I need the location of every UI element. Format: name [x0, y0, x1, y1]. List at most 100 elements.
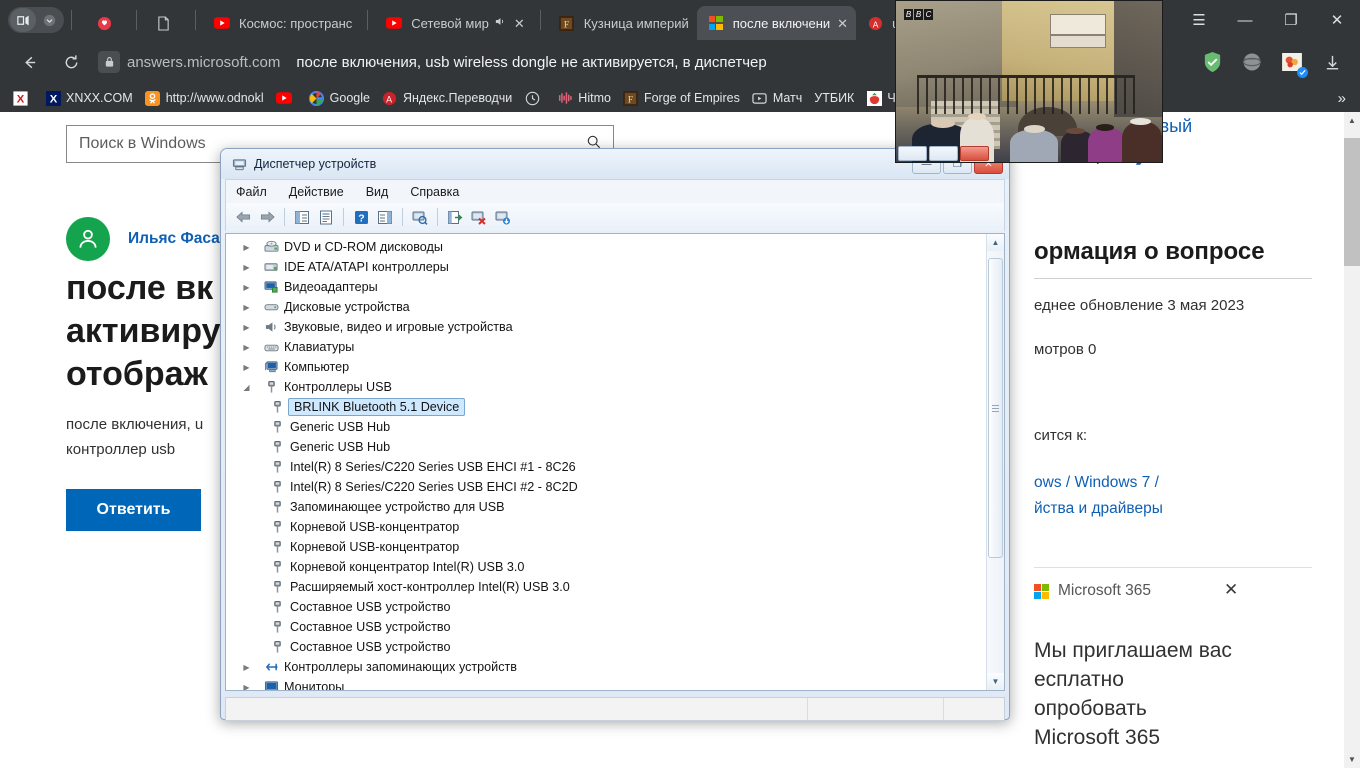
tree-item-usb-root-hub-2[interactable]: Корневой USB-концентратор — [226, 537, 985, 557]
scroll-up-icon[interactable]: ▲ — [987, 234, 1004, 251]
expander-icon[interactable]: ▶ — [240, 343, 253, 352]
tab-opera-heart[interactable] — [85, 6, 129, 40]
tree-item-storage-controllers[interactable]: ▶ Контроллеры запоминающих устройств — [226, 657, 985, 677]
tab-close-icon[interactable]: ✕ — [514, 17, 525, 30]
device-tree-scrollbar[interactable]: ▲ ▼ — [986, 234, 1004, 690]
promo-close-button[interactable]: ✕ — [1224, 580, 1238, 600]
bookmark-futbik[interactable]: УТБИК — [808, 86, 860, 110]
tree-item-usb-composite-2[interactable]: Составное USB устройство — [226, 617, 985, 637]
floating-video-overlay[interactable]: BBC — [895, 0, 1163, 163]
tree-item-usb-composite-1[interactable]: Составное USB устройство — [226, 597, 985, 617]
device-tree-scrollbar-thumb[interactable] — [988, 258, 1003, 558]
bookmark-x-red[interactable]: X — [6, 86, 39, 110]
tab-setevoy-mir[interactable]: Сетевой мир ✕ — [375, 6, 532, 40]
browser-maximize-button[interactable]: ❐ — [1268, 0, 1314, 40]
menu-action[interactable]: Действие — [289, 185, 344, 199]
expander-icon[interactable]: ▶ — [240, 663, 253, 672]
tree-item-monitors[interactable]: ▶ Мониторы — [226, 677, 985, 691]
menu-help[interactable]: Справка — [410, 185, 459, 199]
expander-icon[interactable]: ▶ — [240, 303, 253, 312]
tab-blank-page[interactable] — [144, 6, 188, 40]
bookmark-forge-of-empires[interactable]: F Forge of Empires — [617, 86, 746, 110]
forward-arrow-icon[interactable] — [256, 206, 278, 228]
tree-item-generic-usb-hub-2[interactable]: Generic USB Hub — [226, 437, 985, 457]
bookmark-yandex-translate[interactable]: A Яндекс.Переводчи — [376, 86, 518, 110]
mute-icon[interactable] — [495, 16, 507, 30]
answer-button[interactable]: Ответить — [66, 489, 201, 531]
properties-icon[interactable] — [315, 206, 337, 228]
tree-item-ide-ata[interactable]: ▶ IDE ATA/ATAPI контроллеры — [226, 257, 985, 277]
scroll-down-icon[interactable]: ▼ — [1344, 751, 1360, 768]
expander-icon[interactable]: ▶ — [240, 323, 253, 332]
expander-icon[interactable]: ▶ — [240, 683, 253, 691]
enable-device-icon[interactable] — [492, 206, 514, 228]
scroll-up-icon[interactable]: ▲ — [1344, 112, 1360, 129]
overlapped-close-button[interactable] — [960, 145, 989, 161]
view-devices-icon[interactable] — [374, 206, 396, 228]
tree-item-usb-composite-3[interactable]: Составное USB устройство — [226, 637, 985, 657]
tree-item-dvd-cdrom[interactable]: ▶ DVD и CD-ROM дисководы — [226, 237, 985, 257]
tree-item-usb-controllers[interactable]: ◢ Контроллеры USB — [226, 377, 985, 397]
tree-item-computer[interactable]: ▶ Компьютер — [226, 357, 985, 377]
reload-button[interactable] — [56, 47, 86, 77]
download-icon[interactable] — [1317, 47, 1347, 77]
tree-item-keyboards[interactable]: ▶ Клавиатуры — [226, 337, 985, 357]
overlapped-maximize-button[interactable] — [929, 145, 958, 161]
back-button[interactable] — [14, 47, 44, 77]
expander-icon[interactable]: ▶ — [240, 363, 253, 372]
expander-icon[interactable]: ◢ — [240, 383, 253, 392]
scroll-down-icon[interactable]: ▼ — [987, 673, 1004, 690]
opera-vpn-icon[interactable] — [1237, 47, 1267, 77]
bookmark-odnoklassniki[interactable]: http://www.odnokl — [139, 86, 270, 110]
tree-item-usb-mass-storage[interactable]: Запоминающее устройство для USB — [226, 497, 985, 517]
bookmark-match-tv[interactable]: Матч — [746, 86, 808, 110]
tree-item-intel-usb3-xhci[interactable]: Расширяемый хост-контроллер Intel(R) USB… — [226, 577, 985, 597]
tree-item-intel-ehci-2[interactable]: Intel(R) 8 Series/C220 Series USB EHCI #… — [226, 477, 985, 497]
bookmark-xnxx[interactable]: X XNXX.COM — [39, 86, 139, 110]
tab-close-icon[interactable]: ✕ — [837, 17, 848, 30]
tab-search-pill[interactable] — [8, 7, 64, 33]
back-arrow-icon[interactable] — [232, 206, 254, 228]
help-icon[interactable]: ? — [350, 206, 372, 228]
browser-close-button[interactable]: ✕ — [1314, 0, 1360, 40]
chevron-down-icon[interactable] — [36, 8, 62, 32]
show-hidden-icon[interactable] — [291, 206, 313, 228]
expander-icon[interactable]: ▶ — [240, 263, 253, 272]
menu-file[interactable]: Файл — [236, 185, 267, 199]
device-tree[interactable]: ▶ DVD и CD-ROM дисководы ▶ IDE ATA/ATAPI… — [225, 233, 1005, 691]
tab-forge-of-empires[interactable]: F Кузница империй — [548, 6, 697, 40]
bookmarks-overflow-button[interactable]: » — [1330, 90, 1354, 107]
bookmark-clock[interactable] — [518, 86, 551, 110]
scan-hardware-icon[interactable] — [409, 206, 431, 228]
bookmark-hitmo[interactable]: Hitmo — [551, 86, 617, 110]
bookmark-google[interactable]: Google — [303, 86, 376, 110]
uninstall-device-icon[interactable] — [468, 206, 490, 228]
question-author-name[interactable]: Ильяс Фасах — [128, 230, 228, 248]
page-scrollbar-thumb[interactable] — [1344, 138, 1360, 266]
menu-view[interactable]: Вид — [366, 185, 389, 199]
lock-icon[interactable] — [98, 51, 120, 73]
applies-to-link-line-1[interactable]: ows / Windows 7 / — [1034, 470, 1284, 496]
device-manager-titlebar[interactable]: Диспетчер устройств — ❐ ✕ — [221, 149, 1009, 179]
tree-item-brlink-bluetooth[interactable]: BRLINK Bluetooth 5.1 Device — [226, 397, 985, 417]
tab-list-icon[interactable] — [10, 8, 36, 32]
overlapped-minimize-button[interactable] — [898, 145, 927, 161]
update-driver-icon[interactable] — [444, 206, 466, 228]
applies-to-links[interactable]: ows / Windows 7 / йства и драйверы — [1034, 470, 1284, 522]
tree-item-intel-ehci-1[interactable]: Intel(R) 8 Series/C220 Series USB EHCI #… — [226, 457, 985, 477]
applies-to-link-line-2[interactable]: йства и драйверы — [1034, 496, 1284, 522]
tree-item-usb-root-hub-1[interactable]: Корневой USB-концентратор — [226, 517, 985, 537]
tree-item-intel-usb3-root-hub[interactable]: Корневой концентратор Intel(R) USB 3.0 — [226, 557, 985, 577]
tree-item-generic-usb-hub-1[interactable]: Generic USB Hub — [226, 417, 985, 437]
tab-active-microsoft-answers[interactable]: после включени ✕ — [696, 6, 857, 40]
adguard-shield-icon[interactable] — [1197, 47, 1227, 77]
flower-extension-icon[interactable] — [1277, 47, 1308, 78]
device-manager-window[interactable]: Диспетчер устройств — ❐ ✕ Файл Действие … — [220, 148, 1010, 721]
expander-icon[interactable]: ▶ — [240, 243, 253, 252]
tab-kosmos[interactable]: Космос: пространс — [203, 6, 360, 40]
bookmark-youtube[interactable] — [270, 86, 303, 110]
browser-minimize-button[interactable]: — — [1222, 0, 1268, 40]
tree-item-display-adapters[interactable]: ▶ Видеоадаптеры — [226, 277, 985, 297]
tree-item-disk-drives[interactable]: ▶ Дисковые устройства — [226, 297, 985, 317]
page-scrollbar[interactable]: ▲ ▼ — [1344, 112, 1360, 768]
